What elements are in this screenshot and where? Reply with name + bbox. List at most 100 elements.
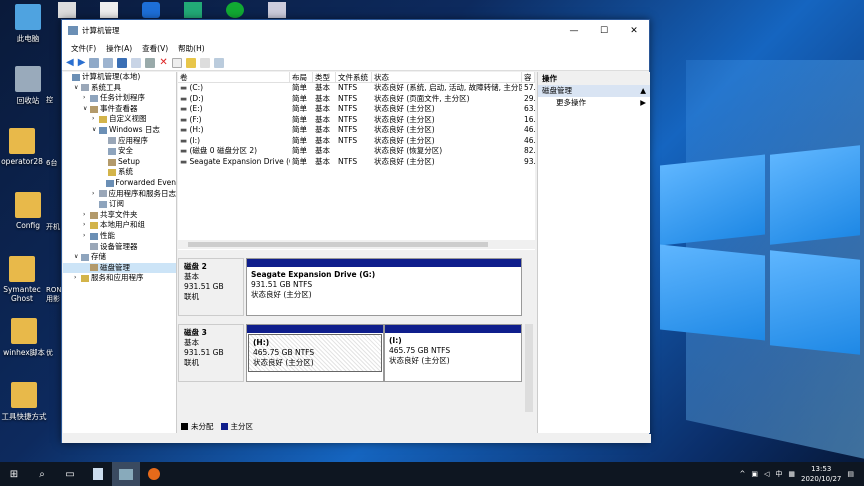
maximize-button[interactable]: ☐	[589, 20, 619, 41]
disk-label[interactable]: 磁盘 2 基本 931.51 GB 联机	[178, 258, 244, 316]
tree-node[interactable]: › 自定义视图	[63, 114, 176, 125]
desktop-icon-label: 工具快捷方式	[1, 412, 47, 421]
back-icon[interactable]: ◀	[66, 57, 74, 68]
tree-node[interactable]: 设备管理器	[63, 242, 176, 253]
menu-action[interactable]: 操作(A)	[101, 43, 137, 54]
tree-node[interactable]: ∨ Windows 日志	[63, 125, 176, 136]
horizontal-scrollbar[interactable]	[178, 240, 535, 249]
app-icon[interactable]	[142, 2, 160, 18]
volume-cell-text: (磁盘 0 磁盘分区 2)	[189, 146, 258, 155]
tree-node[interactable]: ∨ 存储	[63, 252, 176, 263]
tree-node[interactable]: › 服务和应用程序	[63, 273, 176, 284]
tree-node[interactable]: › 本地用户和组	[63, 220, 176, 231]
show-tree-icon[interactable]	[103, 57, 114, 68]
up-icon[interactable]	[89, 57, 100, 68]
desktop-icon[interactable]: operator28	[0, 128, 50, 166]
volume-row[interactable]: ▬ (E:) 简单 基本 NTFS 状态良好 (主分区) 63.	[178, 104, 535, 115]
tree-node[interactable]: 计算机管理(本地)	[63, 72, 176, 83]
volume-row[interactable]: ▬ (磁盘 0 磁盘分区 2) 简单 基本 状态良好 (恢复分区) 82.	[178, 146, 535, 157]
volume-row[interactable]: ▬ (I:) 简单 基本 NTFS 状态良好 (主分区) 46.	[178, 136, 535, 147]
tree-node[interactable]: Setup	[63, 157, 176, 168]
keyboard-icon[interactable]: ▦	[788, 470, 795, 478]
volume-cell-text: (I:)	[189, 135, 201, 145]
partition[interactable]: (I:) 465.75 GB NTFS 状态良好 (主分区)	[384, 324, 522, 382]
disk-label[interactable]: 磁盘 3 基本 931.51 GB 联机	[178, 324, 244, 382]
minimize-button[interactable]: —	[559, 20, 589, 41]
desktop-icon[interactable]: Symantec Ghost	[0, 256, 50, 303]
volume-row[interactable]: ▬ (D:) 简单 基本 NTFS 状态良好 (页面文件, 主分区) 29.	[178, 94, 535, 105]
vertical-scrollbar[interactable]	[525, 324, 533, 412]
tree-node[interactable]: 订阅	[63, 199, 176, 210]
expander-icon[interactable]: ∨	[74, 83, 81, 94]
volume-cell: 基本	[313, 146, 336, 157]
search-icon[interactable]: ⌕	[28, 462, 56, 486]
list-icon[interactable]	[213, 57, 224, 68]
tree-node[interactable]: › 性能	[63, 231, 176, 242]
check-icon[interactable]	[171, 57, 182, 68]
tree-node[interactable]: ∨ 系统工具	[63, 83, 176, 94]
volume-icon[interactable]: ◁	[764, 470, 769, 478]
forward-icon[interactable]: ▶	[78, 57, 86, 68]
task-view-icon[interactable]: ▭	[56, 462, 84, 486]
tree-node[interactable]: › 任务计划程序	[63, 93, 176, 104]
volume-row[interactable]: ▬ (C:) 简单 基本 NTFS 状态良好 (系统, 启动, 活动, 故障转储, 主分…	[178, 83, 535, 94]
expander-icon[interactable]: ›	[74, 273, 81, 284]
tree-node[interactable]: 安全	[63, 146, 176, 157]
show-hidden-icon[interactable]: ^	[740, 470, 746, 478]
ime-indicator[interactable]: 中	[775, 469, 782, 479]
tree-node[interactable]: 应用程序	[63, 136, 176, 147]
network-icon[interactable]: ▣	[751, 470, 758, 478]
computer-management-task-icon[interactable]	[112, 462, 140, 486]
tree-node[interactable]: › 应用程序和服务日志	[63, 189, 176, 200]
delete-icon[interactable]: ✕	[159, 57, 167, 68]
expander-icon[interactable]: ›	[83, 210, 90, 221]
col-status[interactable]: 状态	[372, 72, 522, 82]
tree-node[interactable]: 系统	[63, 167, 176, 178]
expander-icon[interactable]: ›	[83, 220, 90, 231]
app-icon[interactable]	[100, 2, 118, 18]
time: 13:53	[811, 465, 832, 473]
tree-node[interactable]: 磁盘管理	[63, 262, 176, 274]
menu-view[interactable]: 查看(V)	[137, 43, 173, 54]
partition[interactable]: Seagate Expansion Drive (G:) 931.51 GB N…	[246, 258, 522, 316]
expander-icon[interactable]: ∨	[92, 125, 99, 136]
app-icon[interactable]	[184, 2, 202, 18]
folder-icon[interactable]	[185, 57, 196, 68]
partition[interactable]: (H:) 465.75 GB NTFS 状态良好 (主分区)	[246, 324, 384, 382]
col-filesystem[interactable]: 文件系统	[336, 72, 372, 82]
col-capacity[interactable]: 容	[522, 72, 535, 82]
actions-disk-management[interactable]: 磁盘管理 ▲	[538, 85, 650, 97]
expander-icon[interactable]: ›	[83, 93, 90, 104]
recorder-icon[interactable]	[140, 462, 168, 486]
desktop-icon[interactable]: winhex脚本	[0, 318, 52, 358]
properties-icon[interactable]	[131, 57, 142, 68]
search-icon[interactable]	[199, 57, 210, 68]
help-icon[interactable]	[117, 57, 128, 68]
col-type[interactable]: 类型	[313, 72, 336, 82]
start-icon[interactable]: ⊞	[0, 462, 28, 486]
notification-icon[interactable]: ▤	[847, 470, 854, 478]
tree-node[interactable]: › 共享文件夹	[63, 210, 176, 221]
connect-icon[interactable]	[145, 57, 156, 68]
tree-node[interactable]: ∨ 事件查看器	[63, 104, 176, 115]
desktop-icon[interactable]: 工具快捷方式	[0, 382, 52, 422]
app-icon[interactable]	[268, 2, 286, 18]
app-icon[interactable]	[226, 2, 244, 18]
expander-icon[interactable]: ∨	[83, 104, 90, 115]
clock[interactable]: 13:53 2020/10/27	[801, 464, 841, 484]
app-icon[interactable]	[58, 2, 76, 18]
expander-icon[interactable]: ∨	[74, 252, 81, 263]
tree-node[interactable]: Forwarded Even	[63, 178, 176, 189]
menu-file[interactable]: 文件(F)	[66, 43, 101, 54]
col-volume[interactable]: 卷	[178, 72, 290, 82]
col-layout[interactable]: 布局	[290, 72, 313, 82]
expander-icon[interactable]: ›	[92, 114, 99, 125]
volume-row[interactable]: ▬ (H:) 简单 基本 NTFS 状态良好 (主分区) 46.	[178, 125, 535, 136]
volume-row[interactable]: ▬ Seagate Expansion Drive (G:) 简单 基本 NTFS 状态…	[178, 157, 535, 168]
menu-help[interactable]: 帮助(H)	[173, 43, 210, 54]
expander-icon[interactable]: ›	[83, 231, 90, 242]
volume-row[interactable]: ▬ (F:) 简单 基本 NTFS 状态良好 (主分区) 16.	[178, 115, 535, 126]
close-button[interactable]: ✕	[619, 20, 649, 41]
more-actions[interactable]: 更多操作 ▶	[538, 97, 650, 109]
notepad-icon[interactable]	[84, 462, 112, 486]
